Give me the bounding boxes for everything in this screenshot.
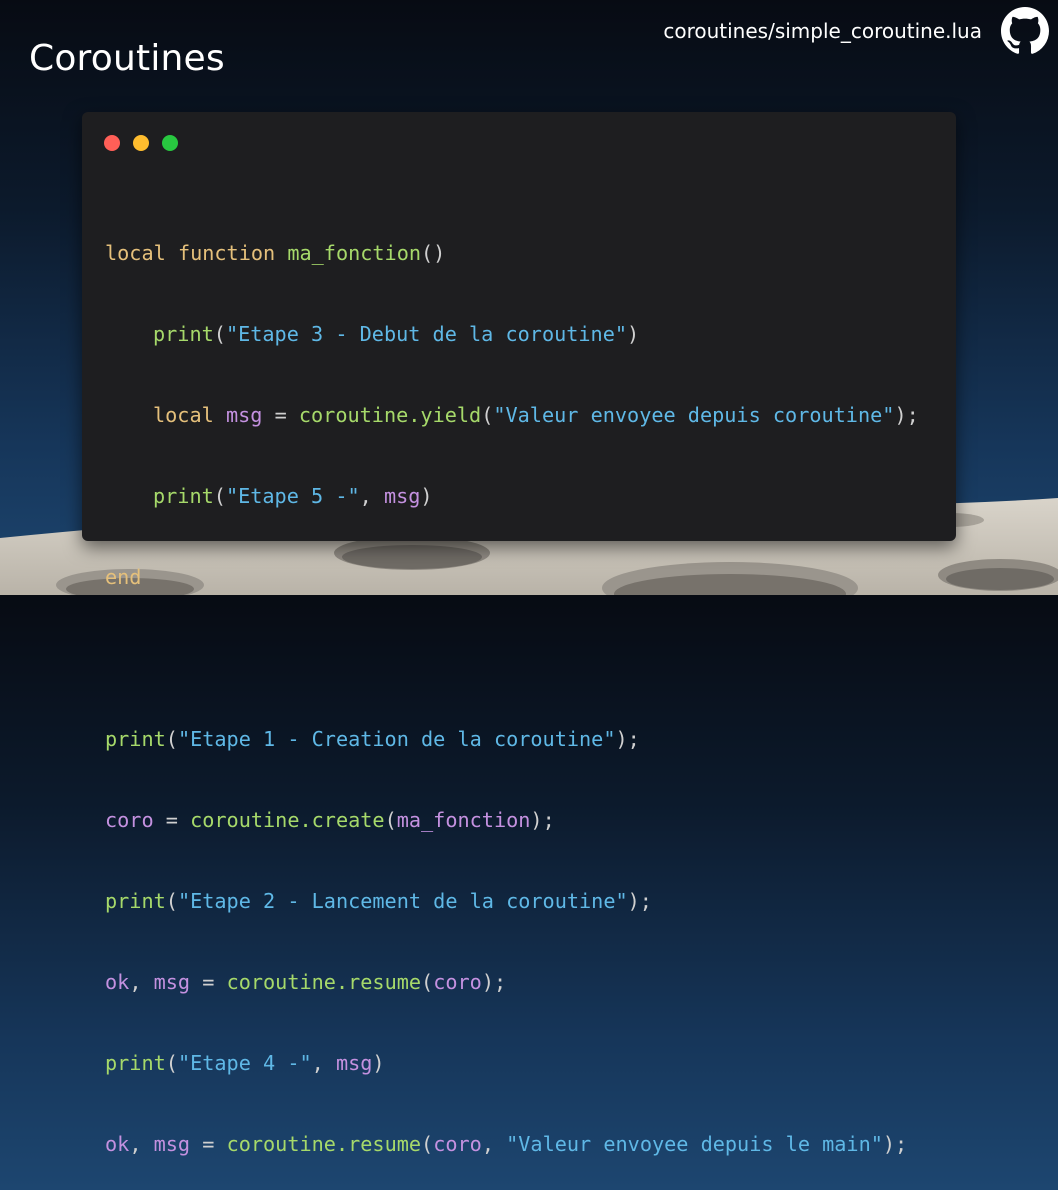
code-block: local function ma_fonction() print("Etap… — [105, 186, 919, 1190]
window-minimize-button[interactable] — [133, 135, 149, 151]
code-line: print("Etape 5 -", msg) — [153, 484, 433, 508]
github-icon[interactable] — [1001, 7, 1049, 55]
code-line: print("Etape 3 - Debut de la coroutine") — [153, 322, 640, 346]
code-line: print("Etape 4 -", msg) — [105, 1051, 385, 1075]
window-maximize-button[interactable] — [162, 135, 178, 151]
code-line: print("Etape 2 - Lancement de la corouti… — [105, 889, 652, 913]
code-line: coro = coroutine.create(ma_fonction); — [105, 808, 555, 832]
code-window: local function ma_fonction() print("Etap… — [82, 112, 956, 1156]
code-line: ok, msg = coroutine.resume(coro, "Valeur… — [105, 1132, 908, 1156]
code-line: print("Etape 1 - Creation de la coroutin… — [105, 727, 640, 751]
window-close-button[interactable] — [104, 135, 120, 151]
slide-title: Coroutines — [29, 38, 225, 79]
code-line: local msg = coroutine.yield("Valeur envo… — [153, 403, 919, 427]
file-path-link[interactable]: coroutines/simple_coroutine.lua — [663, 19, 982, 43]
code-line: end — [105, 565, 142, 589]
code-line: ok, msg = coroutine.resume(coro); — [105, 970, 507, 994]
code-line: local function ma_fonction() — [105, 241, 446, 265]
